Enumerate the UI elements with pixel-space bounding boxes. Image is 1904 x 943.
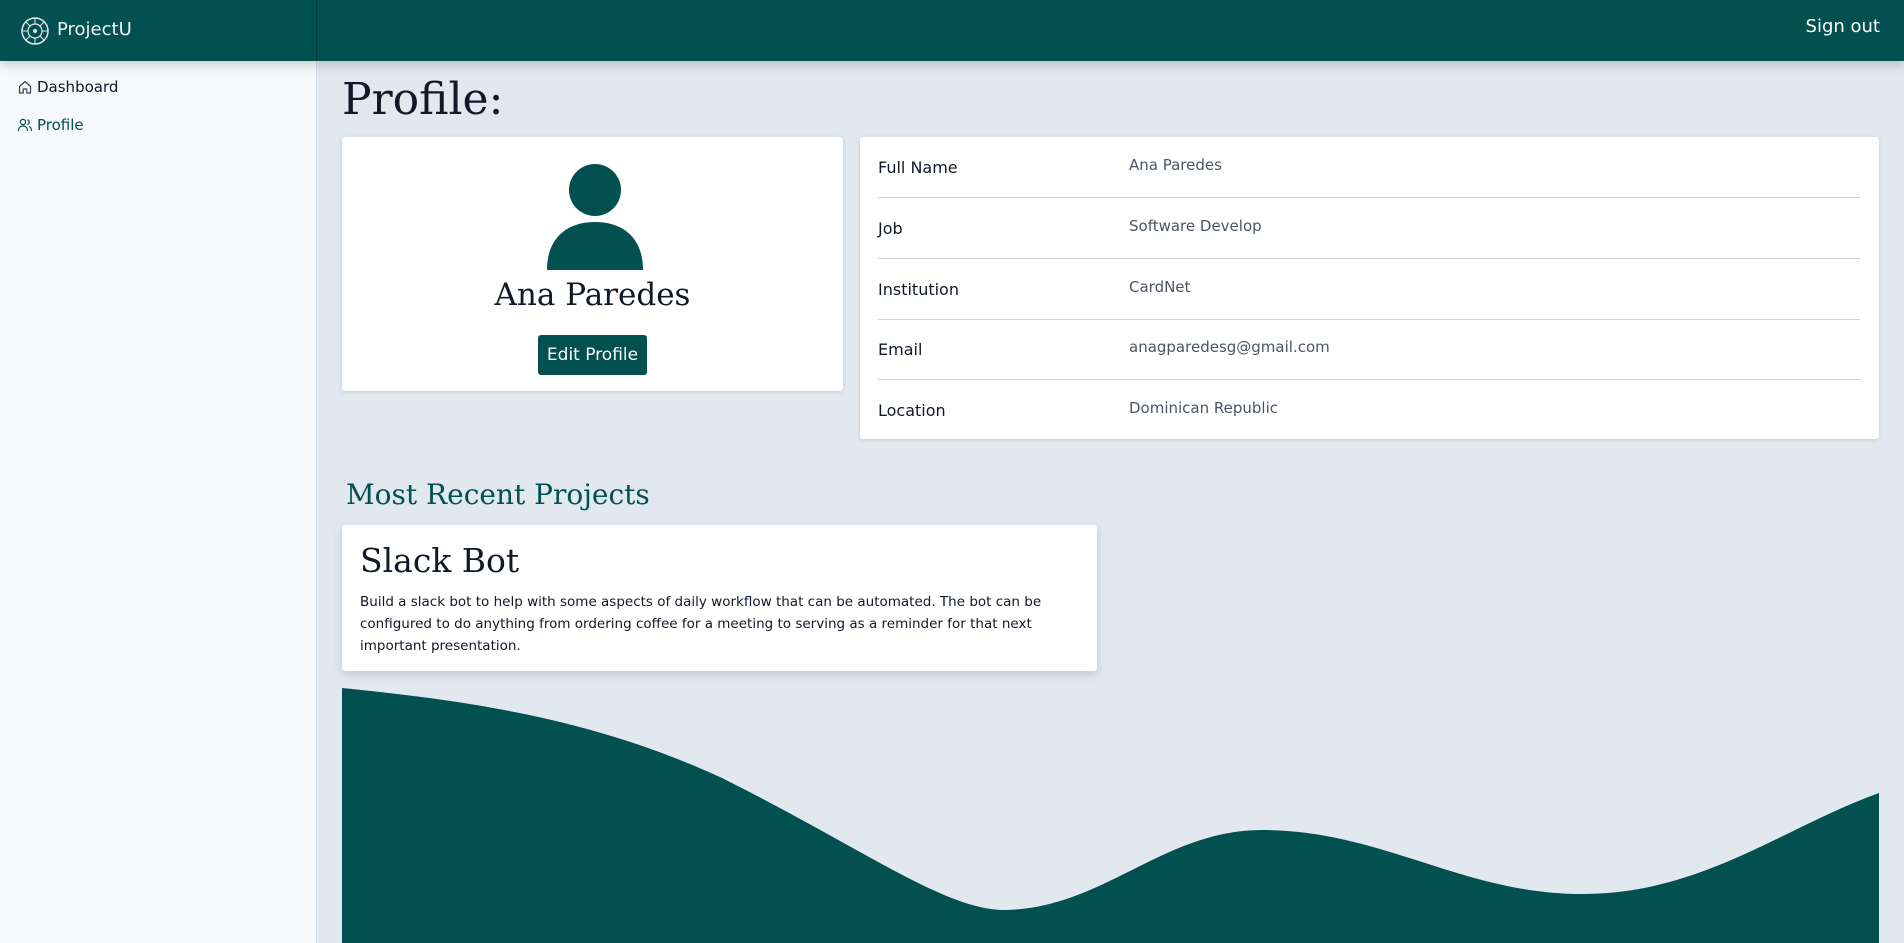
project-card[interactable]: Slack Bot Build a slack bot to help with… [342,525,1097,671]
profile-name: Ana Paredes [494,277,691,313]
info-row-full-name: Full Name Ana Paredes [878,137,1860,198]
recent-projects-heading: Most Recent Projects [346,478,650,511]
info-row-job: Job Software Develop [878,198,1860,259]
sidebar: Dashboard Profile [0,61,317,943]
profile-info-card: Full Name Ana Paredes Job Software Devel… [860,137,1879,439]
info-row-email: Email anagparedesg@gmail.com [878,319,1860,380]
info-value: Software Develop [1129,217,1262,235]
projectu-logo-icon [21,17,49,45]
users-icon [17,118,33,132]
sign-out-link[interactable]: Sign out [1806,16,1880,37]
sidebar-item-label: Profile [37,116,84,134]
brand-name: ProjectU [57,19,132,40]
sidebar-item-profile[interactable]: Profile [17,113,84,137]
info-value: CardNet [1129,278,1191,296]
info-value: Dominican Republic [1129,399,1279,417]
brand[interactable]: ProjectU [0,0,317,61]
info-label: Full Name [878,158,958,177]
top-navbar: ProjectU Sign out [0,0,1904,61]
info-label: Email [878,340,923,359]
info-value: Ana Paredes [1129,156,1222,174]
info-label: Institution [878,280,959,299]
info-row-location: Location Dominican Republic [878,380,1860,440]
home-icon [18,80,32,94]
decorative-wave [342,688,1879,943]
sidebar-item-label: Dashboard [37,78,119,96]
edit-profile-button[interactable]: Edit Profile [538,335,647,375]
sidebar-item-dashboard[interactable]: Dashboard [17,75,118,99]
profile-card: Ana Paredes Edit Profile [342,137,843,391]
info-label: Location [878,401,946,420]
project-description: Build a slack bot to help with some aspe… [360,594,1042,654]
info-value: anagparedesg@gmail.com [1129,338,1330,356]
page-title: Profile: [342,74,504,125]
info-label: Job [878,219,903,238]
info-row-institution: Institution CardNet [878,259,1860,320]
user-avatar-icon [547,164,643,270]
project-title: Slack Bot [360,541,520,580]
